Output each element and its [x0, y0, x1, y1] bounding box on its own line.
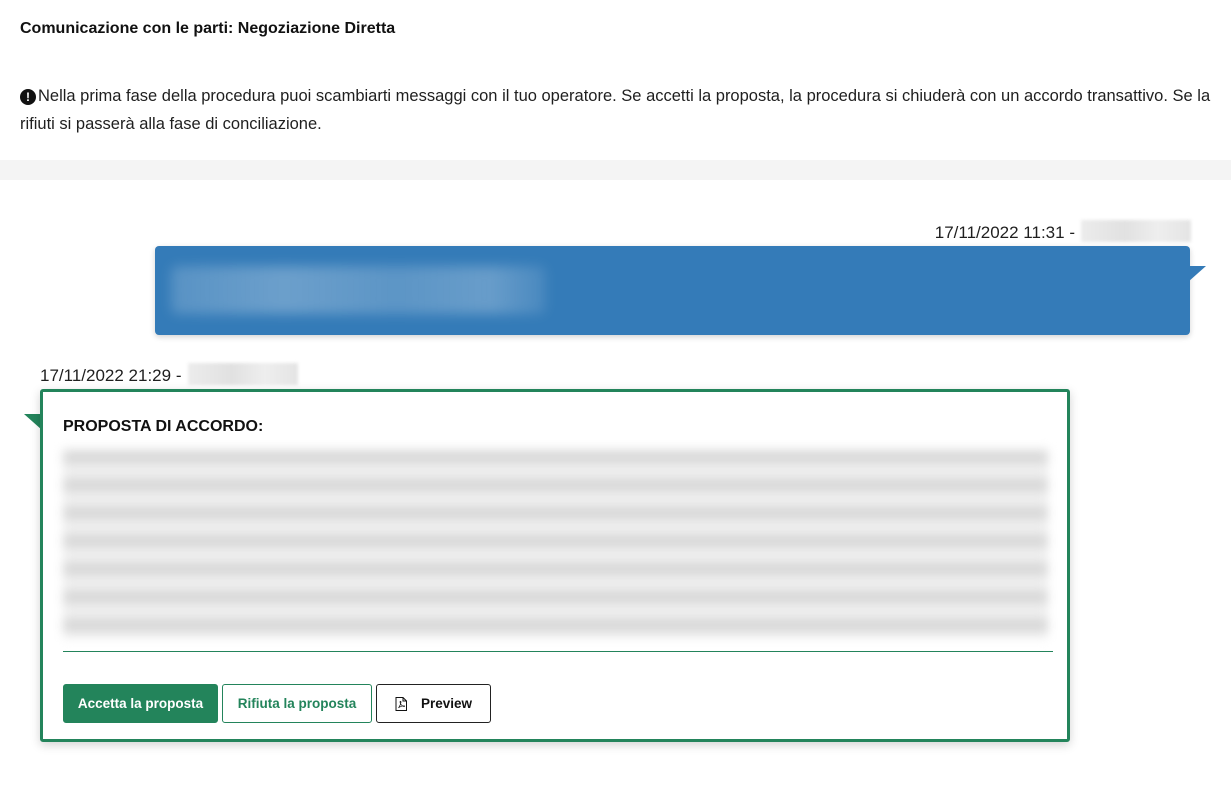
preview-label: Preview: [420, 696, 473, 711]
accept-proposal-button[interactable]: Accetta la proposta: [63, 684, 218, 723]
proposal-title: PROPOSTA DI ACCORDO:: [63, 418, 264, 435]
meta-separator: -: [175, 366, 182, 385]
message-meta-outgoing: 17/11/2022 11:31 -: [935, 220, 1191, 243]
redacted-sender-name: [187, 363, 298, 385]
info-message-text: Nella prima fase della procedura puoi sc…: [20, 87, 1211, 133]
info-message: ! Nella prima fase della procedura puoi s…: [20, 82, 1215, 138]
reject-proposal-label: Rifiuta la proposta: [237, 696, 357, 711]
redacted-sender-name: [1081, 220, 1191, 242]
preview-button[interactable]: Preview: [376, 684, 491, 723]
redacted-message-body: [171, 266, 546, 314]
meta-separator: -: [1069, 223, 1075, 242]
message-timestamp: 17/11/2022 11:31: [934, 223, 1065, 242]
proposal-divider: [63, 651, 1053, 652]
accept-proposal-label: Accetta la proposta: [77, 696, 204, 711]
exclamation-circle-icon: !: [20, 89, 36, 105]
message-timestamp: 17/11/2022 21:29: [40, 366, 172, 385]
message-meta-incoming: 17/11/2022 21:29 -: [40, 363, 298, 386]
redacted-proposal-body: [63, 450, 1048, 638]
message-bubble-outgoing: [155, 246, 1190, 335]
section-separator: [0, 160, 1231, 180]
page-title: Comunicazione con le parti: Negoziazione…: [20, 20, 396, 37]
message-bubble-tail: [1188, 266, 1206, 282]
reject-proposal-button[interactable]: Rifiuta la proposta: [222, 684, 372, 723]
proposal-card: PROPOSTA DI ACCORDO: Accetta la proposta…: [40, 389, 1070, 742]
page-header: Comunicazione con le parti: Negoziazione…: [0, 0, 1231, 160]
file-pdf-icon: [395, 696, 407, 711]
